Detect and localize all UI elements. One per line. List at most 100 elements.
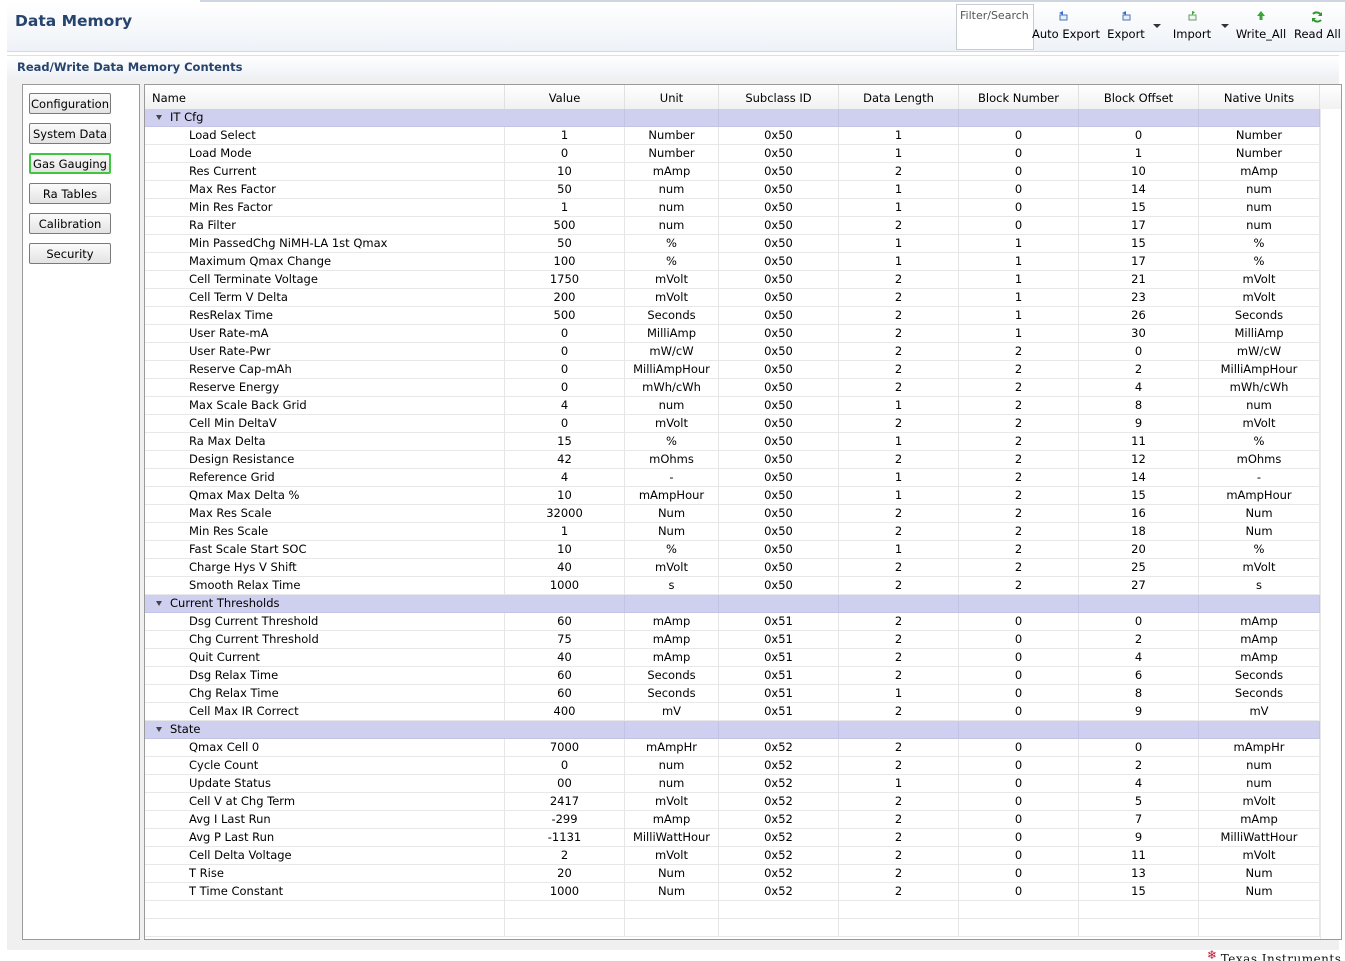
cell-value[interactable]: 7000	[505, 739, 625, 756]
group-row[interactable]: Current Thresholds	[145, 595, 1320, 613]
import-dropdown-arrow-icon[interactable]	[1221, 24, 1229, 28]
table-row[interactable]: Avg I Last Run -299 mAmp 0x52 2 0 7 mAmp	[145, 811, 1320, 829]
table-row[interactable]: Max Res Factor 50 num 0x50 1 0 14 num	[145, 181, 1320, 199]
table-row[interactable]: Reference Grid 4-0x50 1 2 14-	[145, 469, 1320, 487]
table-row[interactable]: Dsg Relax Time 60 Seconds 0x51 2 0 6 Seconds	[145, 667, 1320, 685]
cell-value[interactable]: 4	[505, 397, 625, 414]
cell-value[interactable]: 40	[505, 559, 625, 576]
cell-value[interactable]: 0	[505, 145, 625, 162]
column-header-name[interactable]: Name	[145, 85, 505, 109]
table-row[interactable]: Cell Term V Delta 200 mVolt 0x50 2 1 23 mVolt	[145, 289, 1320, 307]
write-all-button[interactable]: Write_All	[1235, 10, 1287, 50]
table-row[interactable]: T Time Constant 1000 Num 0x52 2 0 15 Num	[145, 883, 1320, 901]
cell-value[interactable]: 50	[505, 235, 625, 252]
cell-value[interactable]: 40	[505, 649, 625, 666]
table-row[interactable]: Smooth Relax Time 1000 s 0x50 2 2 27 s	[145, 577, 1320, 595]
column-header-data-length[interactable]: Data Length	[839, 85, 959, 109]
cell-value[interactable]: 0	[505, 325, 625, 342]
table-row[interactable]: User Rate-mA 0 MilliAmp 0x50 2 1 30 MilliAmp	[145, 325, 1320, 343]
table-row[interactable]: Dsg Current Threshold 60 mAmp 0x51 2 0 0 mAmp	[145, 613, 1320, 631]
cell-value[interactable]: 10	[505, 541, 625, 558]
cell-value[interactable]: 500	[505, 217, 625, 234]
cell-value[interactable]: 0	[505, 757, 625, 774]
column-header-unit[interactable]: Unit	[625, 85, 719, 109]
collapse-triangle-icon[interactable]	[156, 727, 162, 732]
table-row[interactable]: Maximum Qmax Change 100% 0x50 1 1 17%	[145, 253, 1320, 271]
cell-value[interactable]: 20	[505, 865, 625, 882]
nav-calibration-button[interactable]: Calibration	[29, 213, 111, 234]
table-row[interactable]: Reserve Cap-mAh 0 MilliAmpHour 0x50 2 2 2 Milli…	[145, 361, 1320, 379]
table-row[interactable]: Cell Terminate Voltage 1750 mVolt 0x50 2 1 21 m…	[145, 271, 1320, 289]
table-row[interactable]: Fast Scale Start SOC 10% 0x50 1 2 20%	[145, 541, 1320, 559]
table-row[interactable]: Min Res Scale 1 Num 0x50 2 2 18 Num	[145, 523, 1320, 541]
cell-value[interactable]: 1	[505, 523, 625, 540]
export-button[interactable]: Export	[1104, 10, 1148, 50]
cell-value[interactable]: 00	[505, 775, 625, 792]
table-row[interactable]: T Rise 20 Num 0x52 2 0 13 Num	[145, 865, 1320, 883]
table-row[interactable]: Max Scale Back Grid 4 num 0x50 1 2 8 num	[145, 397, 1320, 415]
table-row[interactable]: Cycle Count 0 num 0x52 2 0 2 num	[145, 757, 1320, 775]
cell-value[interactable]: 10	[505, 163, 625, 180]
column-header-block-number[interactable]: Block Number	[959, 85, 1079, 109]
group-row[interactable]: State	[145, 721, 1320, 739]
auto-export-button[interactable]: Auto Export	[1032, 10, 1100, 50]
column-header-value[interactable]: Value	[505, 85, 625, 109]
cell-value[interactable]: 4	[505, 469, 625, 486]
table-row[interactable]: Chg Current Threshold 75 mAmp 0x51 2 0 2 mAmp	[145, 631, 1320, 649]
read-all-button[interactable]: Read All	[1294, 10, 1341, 50]
cell-value[interactable]: 75	[505, 631, 625, 648]
table-row[interactable]: Avg P Last Run -1131 MilliWattHour 0x52 2 0 9 M…	[145, 829, 1320, 847]
column-header-native-units[interactable]: Native Units	[1199, 85, 1320, 109]
table-row[interactable]: Charge Hys V Shift 40 mVolt 0x50 2 2 25 mVolt	[145, 559, 1320, 577]
table-row[interactable]: Qmax Cell 0 7000 mAmpHr 0x52 2 0 0 mAmpHr	[145, 739, 1320, 757]
nav-configuration-button[interactable]: Configuration	[29, 93, 111, 114]
cell-value[interactable]: 1	[505, 199, 625, 216]
table-row[interactable]: Chg Relax Time 60 Seconds 0x51 1 0 8 Seconds	[145, 685, 1320, 703]
table-row[interactable]: Qmax Max Delta % 10 mAmpHour 0x50 1 2 15 mAmpHo…	[145, 487, 1320, 505]
nav-ra-tables-button[interactable]: Ra Tables	[29, 183, 111, 204]
cell-value[interactable]: 0	[505, 379, 625, 396]
nav-security-button[interactable]: Security	[29, 243, 111, 264]
cell-value[interactable]: 500	[505, 307, 625, 324]
cell-value[interactable]: -1131	[505, 829, 625, 846]
table-row[interactable]: Cell Max IR Correct 400 mV 0x51 2 0 9 mV	[145, 703, 1320, 721]
table-row[interactable]: User Rate-Pwr 0 mW/cW 0x50 2 2 0 mW/cW	[145, 343, 1320, 361]
filter-search-box[interactable]: Filter/Search	[956, 4, 1034, 50]
column-header-subclass-id[interactable]: Subclass ID	[719, 85, 839, 109]
cell-value[interactable]: 10	[505, 487, 625, 504]
cell-value[interactable]: 1750	[505, 271, 625, 288]
table-row[interactable]: Design Resistance 42 mOhms 0x50 2 2 12 mOhms	[145, 451, 1320, 469]
table-row[interactable]: Cell Delta Voltage 2 mVolt 0x52 2 0 11 mVolt	[145, 847, 1320, 865]
group-row[interactable]: IT Cfg	[145, 109, 1320, 127]
cell-value[interactable]: 1000	[505, 883, 625, 900]
nav-system-data-button[interactable]: System Data	[29, 123, 111, 144]
table-row[interactable]: Max Res Scale 32000 Num 0x50 2 2 16 Num	[145, 505, 1320, 523]
cell-value[interactable]: 60	[505, 613, 625, 630]
column-header-block-offset[interactable]: Block Offset	[1079, 85, 1199, 109]
cell-value[interactable]: 0	[505, 343, 625, 360]
table-row[interactable]: Min Res Factor 1 num 0x50 1 0 15 num	[145, 199, 1320, 217]
nav-gas-gauging-button[interactable]: Gas Gauging	[29, 153, 111, 174]
table-row[interactable]: Load Select 1 Number 0x50 1 0 0 Number	[145, 127, 1320, 145]
cell-value[interactable]: 15	[505, 433, 625, 450]
collapse-triangle-icon[interactable]	[156, 601, 162, 606]
cell-value[interactable]: -299	[505, 811, 625, 828]
cell-value[interactable]: 60	[505, 667, 625, 684]
table-row[interactable]: Ra Filter 500 num 0x50 2 0 17 num	[145, 217, 1320, 235]
cell-value[interactable]: 32000	[505, 505, 625, 522]
cell-value[interactable]: 42	[505, 451, 625, 468]
table-row[interactable]: Quit Current 40 mAmp 0x51 2 0 4 mAmp	[145, 649, 1320, 667]
cell-value[interactable]: 50	[505, 181, 625, 198]
table-row[interactable]: Update Status 00 num 0x52 1 0 4 num	[145, 775, 1320, 793]
cell-value[interactable]: 400	[505, 703, 625, 720]
table-row[interactable]: ResRelax Time 500 Seconds 0x50 2 1 26 Seconds	[145, 307, 1320, 325]
cell-value[interactable]: 1	[505, 127, 625, 144]
table-row[interactable]: Cell Min DeltaV 0 mVolt 0x50 2 2 9 mVolt	[145, 415, 1320, 433]
cell-value[interactable]: 0	[505, 415, 625, 432]
table-row[interactable]: Min PassedChg NiMH-LA 1st Qmax 50% 0x50 1 1 1…	[145, 235, 1320, 253]
table-row[interactable]: Ra Max Delta 15% 0x50 1 2 11%	[145, 433, 1320, 451]
cell-value[interactable]: 200	[505, 289, 625, 306]
cell-value[interactable]: 1000	[505, 577, 625, 594]
table-row[interactable]: Load Mode 0 Number 0x50 1 0 1 Number	[145, 145, 1320, 163]
table-row[interactable]: Reserve Energy 0 mWh/cWh 0x50 2 2 4 mWh/cWh	[145, 379, 1320, 397]
